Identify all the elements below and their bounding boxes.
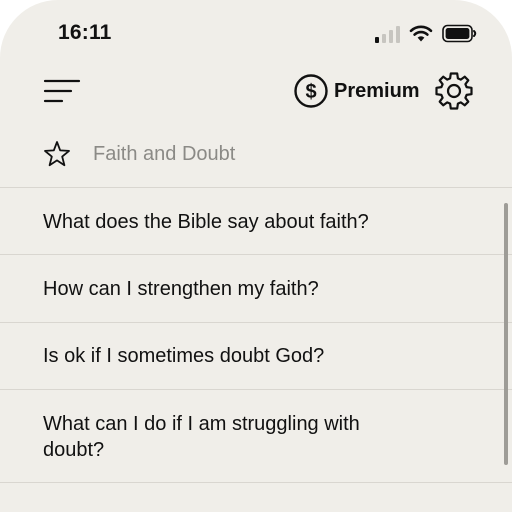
cellular-signal-icon — [375, 26, 401, 43]
scrollbar[interactable] — [504, 203, 508, 465]
hamburger-menu-icon[interactable] — [42, 74, 82, 108]
premium-button[interactable]: $ Premium — [294, 72, 420, 110]
gear-icon[interactable] — [434, 71, 474, 111]
status-time: 16:11 — [58, 21, 112, 44]
question-text: How can I strengthen my faith? — [43, 278, 319, 300]
list-item[interactable]: How can I strengthen my faith? — [0, 255, 500, 322]
category-header: Faith and Doubt — [0, 133, 512, 177]
question-text: What does the Bible say about faith? — [43, 211, 369, 233]
dollar-circle-icon: $ — [294, 74, 328, 108]
premium-label: Premium — [334, 79, 420, 102]
app-screen: 16:11 $ Premium Faith and Doubt What doe… — [0, 0, 512, 512]
list-item[interactable]: Is ok if I sometimes doubt God? — [0, 323, 500, 389]
battery-icon — [442, 24, 477, 43]
list-item[interactable]: What does the Bible say about faith? — [0, 188, 500, 254]
svg-text:$: $ — [305, 81, 316, 103]
list-item[interactable]: What can I do if I am struggling with do… — [0, 390, 500, 482]
category-title: Faith and Doubt — [93, 143, 236, 165]
question-text: What can I do if I am struggling with do… — [43, 413, 360, 461]
question-text: Is ok if I sometimes doubt God? — [43, 345, 325, 367]
status-bar: 16:11 — [0, 0, 512, 68]
list-divider — [0, 482, 512, 483]
star-outline-icon[interactable] — [43, 140, 71, 168]
wifi-icon — [409, 25, 433, 42]
